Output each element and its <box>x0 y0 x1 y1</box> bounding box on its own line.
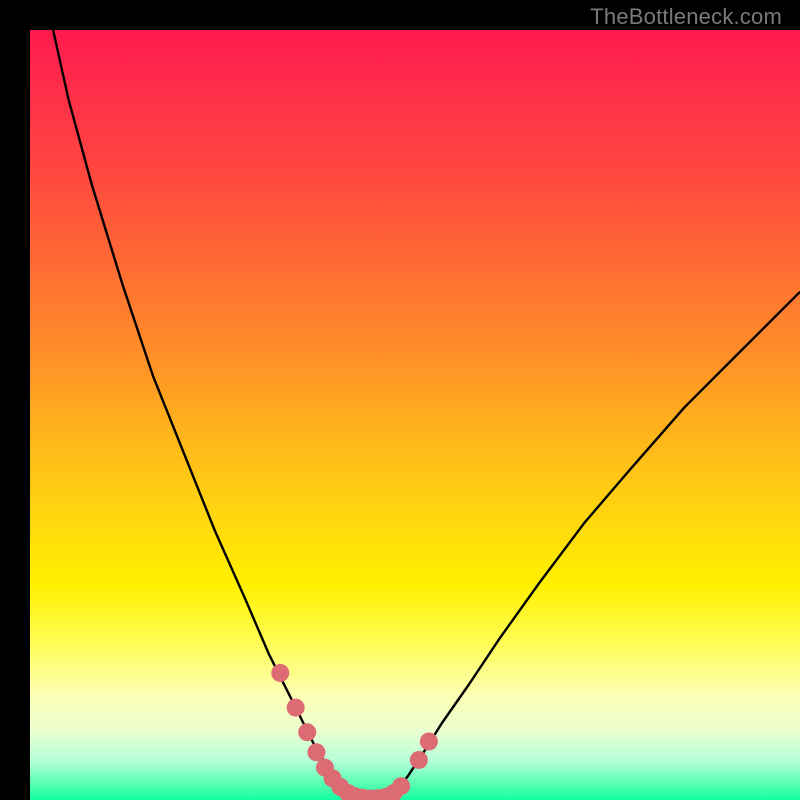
marker-dot <box>271 664 289 682</box>
watermark-text: TheBottleneck.com <box>590 4 782 30</box>
curve-path <box>53 30 800 798</box>
bottleneck-curve <box>53 30 800 798</box>
marker-dot <box>420 732 438 750</box>
marker-dot <box>307 743 325 761</box>
marker-dot <box>392 777 410 795</box>
marker-dot <box>287 699 305 717</box>
trough-markers <box>271 664 438 800</box>
chart-svg <box>30 30 800 800</box>
marker-dot <box>410 751 428 769</box>
marker-dot <box>298 723 316 741</box>
